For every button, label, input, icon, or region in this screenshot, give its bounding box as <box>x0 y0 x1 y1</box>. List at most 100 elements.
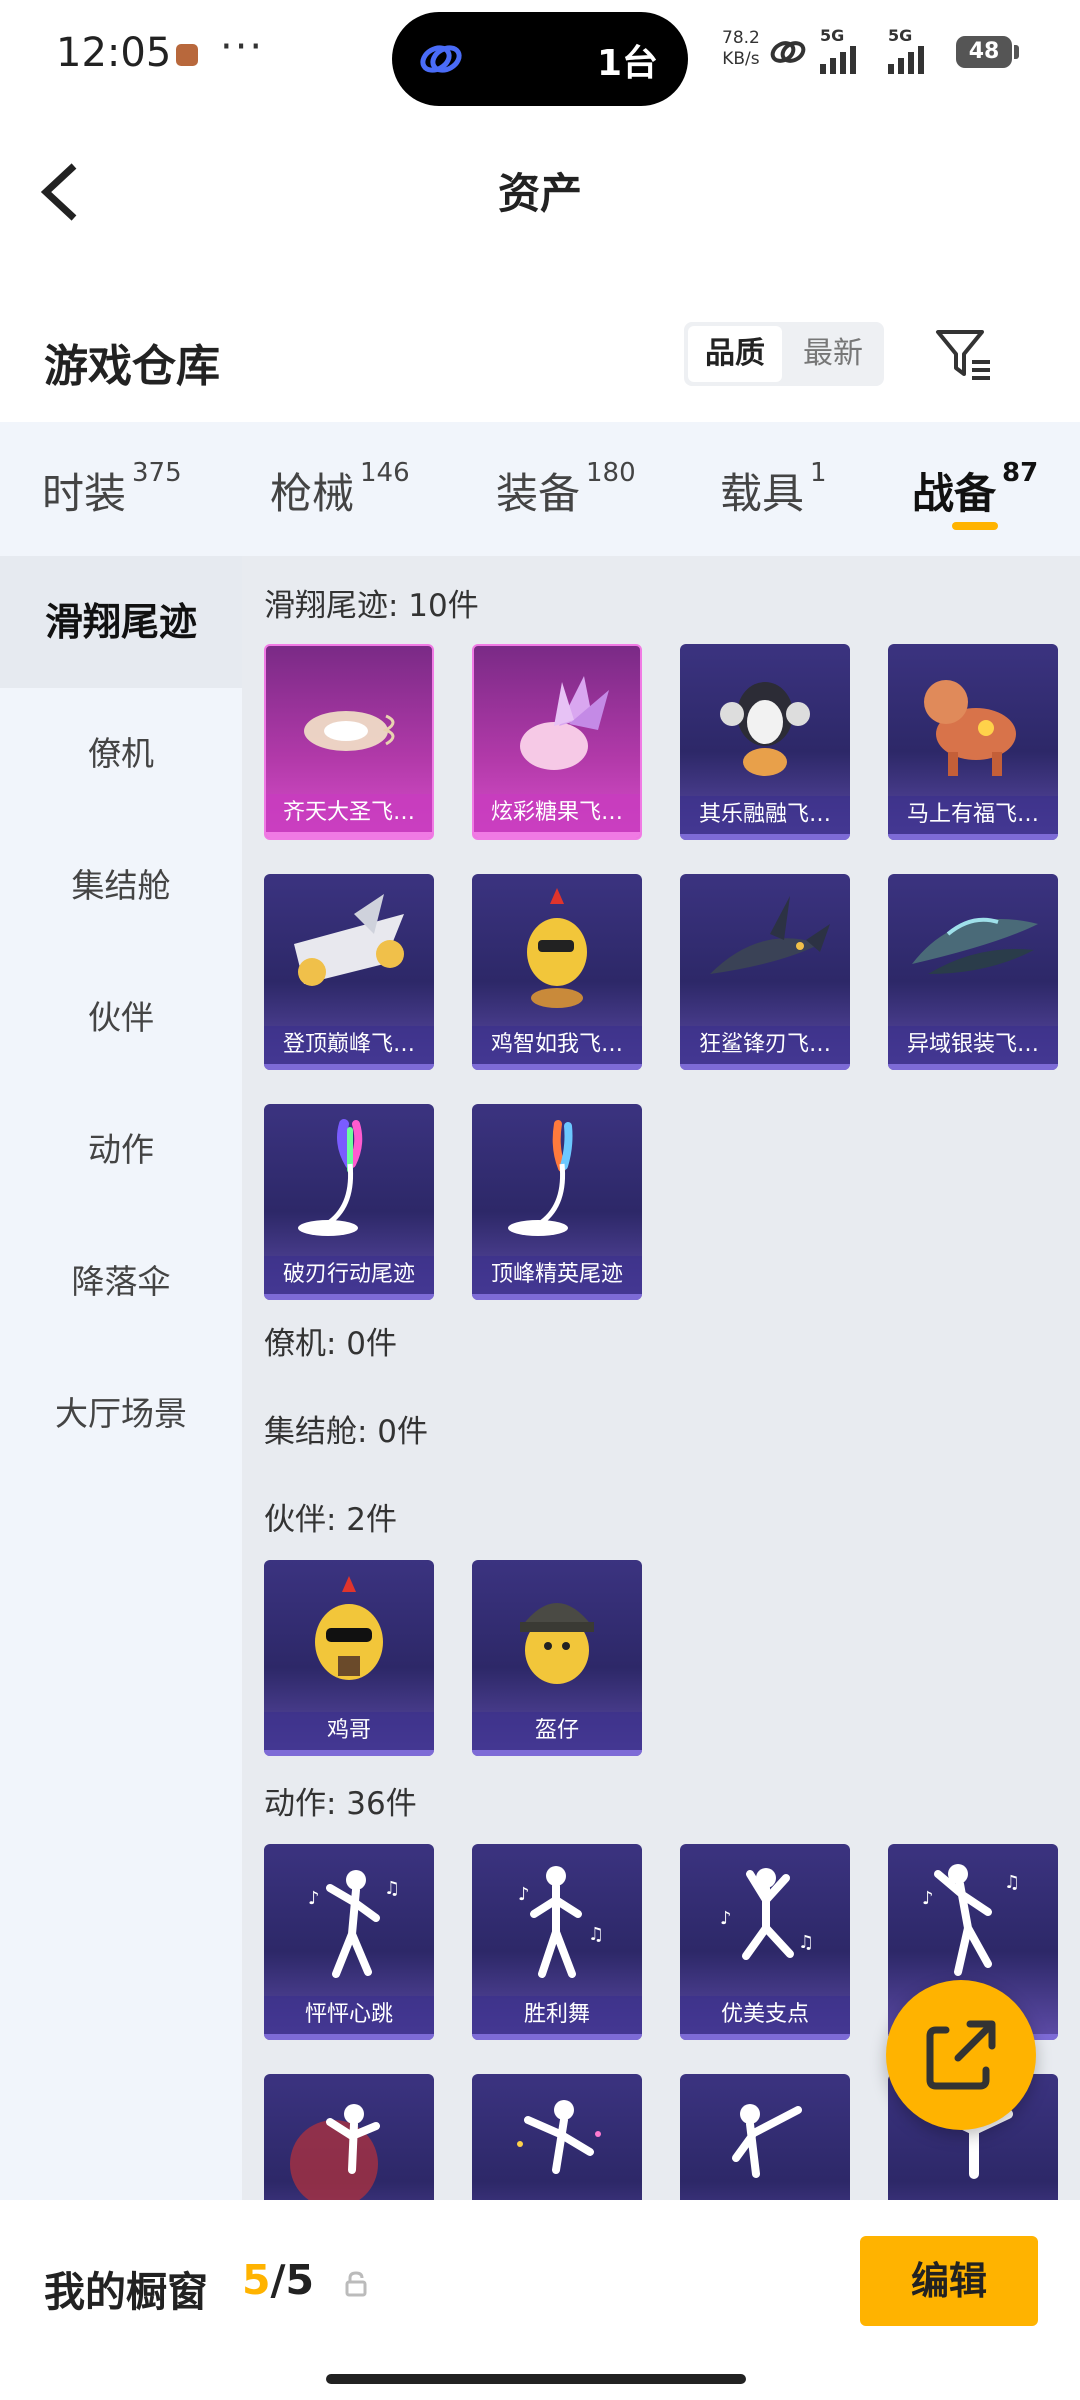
tab-battle-gear[interactable]: 战备 87 <box>912 458 1038 521</box>
home-indicator[interactable] <box>326 2374 746 2384</box>
page-title: 资产 <box>497 169 582 218</box>
battery-tip <box>1014 45 1019 59</box>
signal-1-label: 5G <box>820 26 845 45</box>
rarity-bar <box>888 834 1058 840</box>
sort-newest-button[interactable]: 最新 <box>786 326 880 382</box>
sidebar-item-lobby-scene[interactable]: 大厅场景 <box>0 1348 242 1480</box>
rarity-bar <box>264 1064 434 1070</box>
section-title: 游戏仓库 <box>44 341 220 392</box>
item-card[interactable]: ♪ ♫ 优美支点 <box>680 1844 850 2040</box>
item-card[interactable]: 其乐融融飞… <box>680 644 850 840</box>
item-card[interactable] <box>264 2074 434 2200</box>
item-name: 异域银装飞… <box>888 1026 1058 1064</box>
item-name: 马上有福飞… <box>888 796 1058 834</box>
group-title-wingman: 僚机: 0件 <box>264 1326 398 1362</box>
item-thumbnail-icon <box>520 1603 594 1684</box>
window-count-total: 5 <box>285 2256 315 2304</box>
app-notification-icon <box>176 44 198 66</box>
item-card[interactable]: 盔仔 <box>472 1560 642 1756</box>
svg-text:♪: ♪ <box>308 1888 320 1909</box>
item-card[interactable]: 破刃行动尾迹 <box>264 1104 434 1300</box>
item-thumbnail-icon <box>298 1119 363 1236</box>
item-name: 炫彩糖果飞… <box>474 794 640 832</box>
hotspot-icon <box>770 41 806 63</box>
item-card[interactable]: 炫彩糖果飞… <box>472 644 642 840</box>
item-thumbnail-icon <box>294 894 404 986</box>
sidebar-item-glide-trail[interactable]: 滑翔尾迹 <box>0 556 242 688</box>
item-grid-panel: 滑翔尾迹: 10件 齐天大圣飞… 炫彩糖果飞… 其乐融融飞… 马上有福飞… 登顶… <box>242 556 1080 2200</box>
more-dots-icon: ··· <box>220 24 265 70</box>
item-card[interactable] <box>472 2074 642 2200</box>
sidebar-item-parachute[interactable]: 降落伞 <box>0 1216 242 1348</box>
item-name: 盔仔 <box>472 1712 642 1750</box>
sidebar-item-emote[interactable]: 动作 <box>0 1084 242 1216</box>
status-bar: 12:05 ··· 1台 78.2 KB/s 5G 5G 48 <box>0 0 1080 110</box>
group-title-trail: 滑翔尾迹: 10件 <box>264 588 479 624</box>
tab-fashion[interactable]: 时装 375 <box>42 458 182 521</box>
rarity-bar <box>264 1750 434 1756</box>
item-thumbnail-icon <box>517 2100 601 2174</box>
svg-text:♪: ♪ <box>518 1884 530 1905</box>
svg-text:♫: ♫ <box>798 1932 814 1953</box>
rarity-bar <box>264 2034 434 2040</box>
status-icons: 5G 5G 48 <box>768 26 1028 74</box>
share-icon <box>926 2020 996 2090</box>
dynamic-island[interactable]: 1台 <box>392 12 688 106</box>
item-thumbnail-icon <box>732 2104 802 2178</box>
group-title-partner: 伙伴: 2件 <box>264 1502 398 1538</box>
item-name: 鸡智如我飞… <box>472 1026 642 1064</box>
item-card[interactable]: 马上有福飞… <box>888 644 1058 840</box>
svg-text:♫: ♫ <box>588 1924 604 1945</box>
sidebar-item-wingman[interactable]: 僚机 <box>0 688 242 820</box>
item-thumbnail-icon <box>304 711 395 751</box>
item-name: 胜利舞 <box>472 1996 642 2034</box>
item-card[interactable]: 顶峰精英尾迹 <box>472 1104 642 1300</box>
item-card[interactable]: ♪ ♫ 胜利舞 <box>472 1844 642 2040</box>
sort-quality-button[interactable]: 品质 <box>688 326 782 382</box>
item-thumbnail-icon <box>290 2104 380 2200</box>
item-thumbnail-icon <box>710 896 830 974</box>
item-name: 怦怦心跳 <box>264 1996 434 2034</box>
sidebar-item-pod[interactable]: 集结舱 <box>0 820 242 952</box>
item-card[interactable]: 齐天大圣飞… <box>264 644 434 840</box>
tab-label: 载具 <box>720 469 805 518</box>
rarity-bar <box>680 2034 850 2040</box>
share-button[interactable] <box>886 1980 1036 2130</box>
tab-equipment[interactable]: 装备 180 <box>496 458 636 521</box>
item-card[interactable]: 异域银装飞… <box>888 874 1058 1070</box>
status-time: 12:05 <box>56 30 172 76</box>
rarity-bar <box>472 2034 642 2040</box>
item-name: 齐天大圣飞… <box>266 794 432 832</box>
tab-count: 375 <box>132 458 182 488</box>
signal-2-label: 5G <box>888 26 913 45</box>
item-card[interactable]: 鸡智如我飞… <box>472 874 642 1070</box>
filter-icon[interactable] <box>932 322 996 386</box>
item-card[interactable]: 登顶巅峰飞… <box>264 874 434 1070</box>
item-card[interactable]: 狂鲨锋刃飞… <box>680 874 850 1070</box>
rarity-bar <box>474 832 640 838</box>
group-title-pod: 集结舱: 0件 <box>264 1414 429 1450</box>
speed-unit: KB/s <box>722 49 760 69</box>
item-card[interactable]: 鸡哥 <box>264 1560 434 1756</box>
item-thumbnail-icon <box>527 888 587 1008</box>
rarity-bar <box>680 834 850 840</box>
item-thumbnail-icon <box>912 917 1038 974</box>
tab-label: 枪械 <box>270 469 355 518</box>
category-tabs: 时装 375 枪械 146 装备 180 载具 1 战备 87 <box>0 422 1080 556</box>
rarity-bar <box>472 1750 642 1756</box>
rarity-bar <box>680 1064 850 1070</box>
top-app-bar: 资产 <box>0 110 1080 270</box>
rarity-bar <box>888 1064 1058 1070</box>
sort-toggle: 品质 最新 <box>684 322 884 386</box>
item-card[interactable]: ♪ ♫ 怦怦心跳 <box>264 1844 434 2040</box>
lock-icon <box>345 2271 367 2297</box>
item-name: 狂鲨锋刃飞… <box>680 1026 850 1064</box>
sidebar-item-partner[interactable]: 伙伴 <box>0 952 242 1084</box>
svg-text:♪: ♪ <box>720 1908 732 1929</box>
window-count-separator: / <box>270 2256 286 2304</box>
tab-vehicles[interactable]: 载具 1 <box>720 458 827 521</box>
edit-button[interactable]: 编辑 <box>860 2236 1038 2326</box>
item-card[interactable] <box>680 2074 850 2200</box>
tab-guns[interactable]: 枪械 146 <box>270 458 410 521</box>
tab-count: 146 <box>360 458 410 488</box>
